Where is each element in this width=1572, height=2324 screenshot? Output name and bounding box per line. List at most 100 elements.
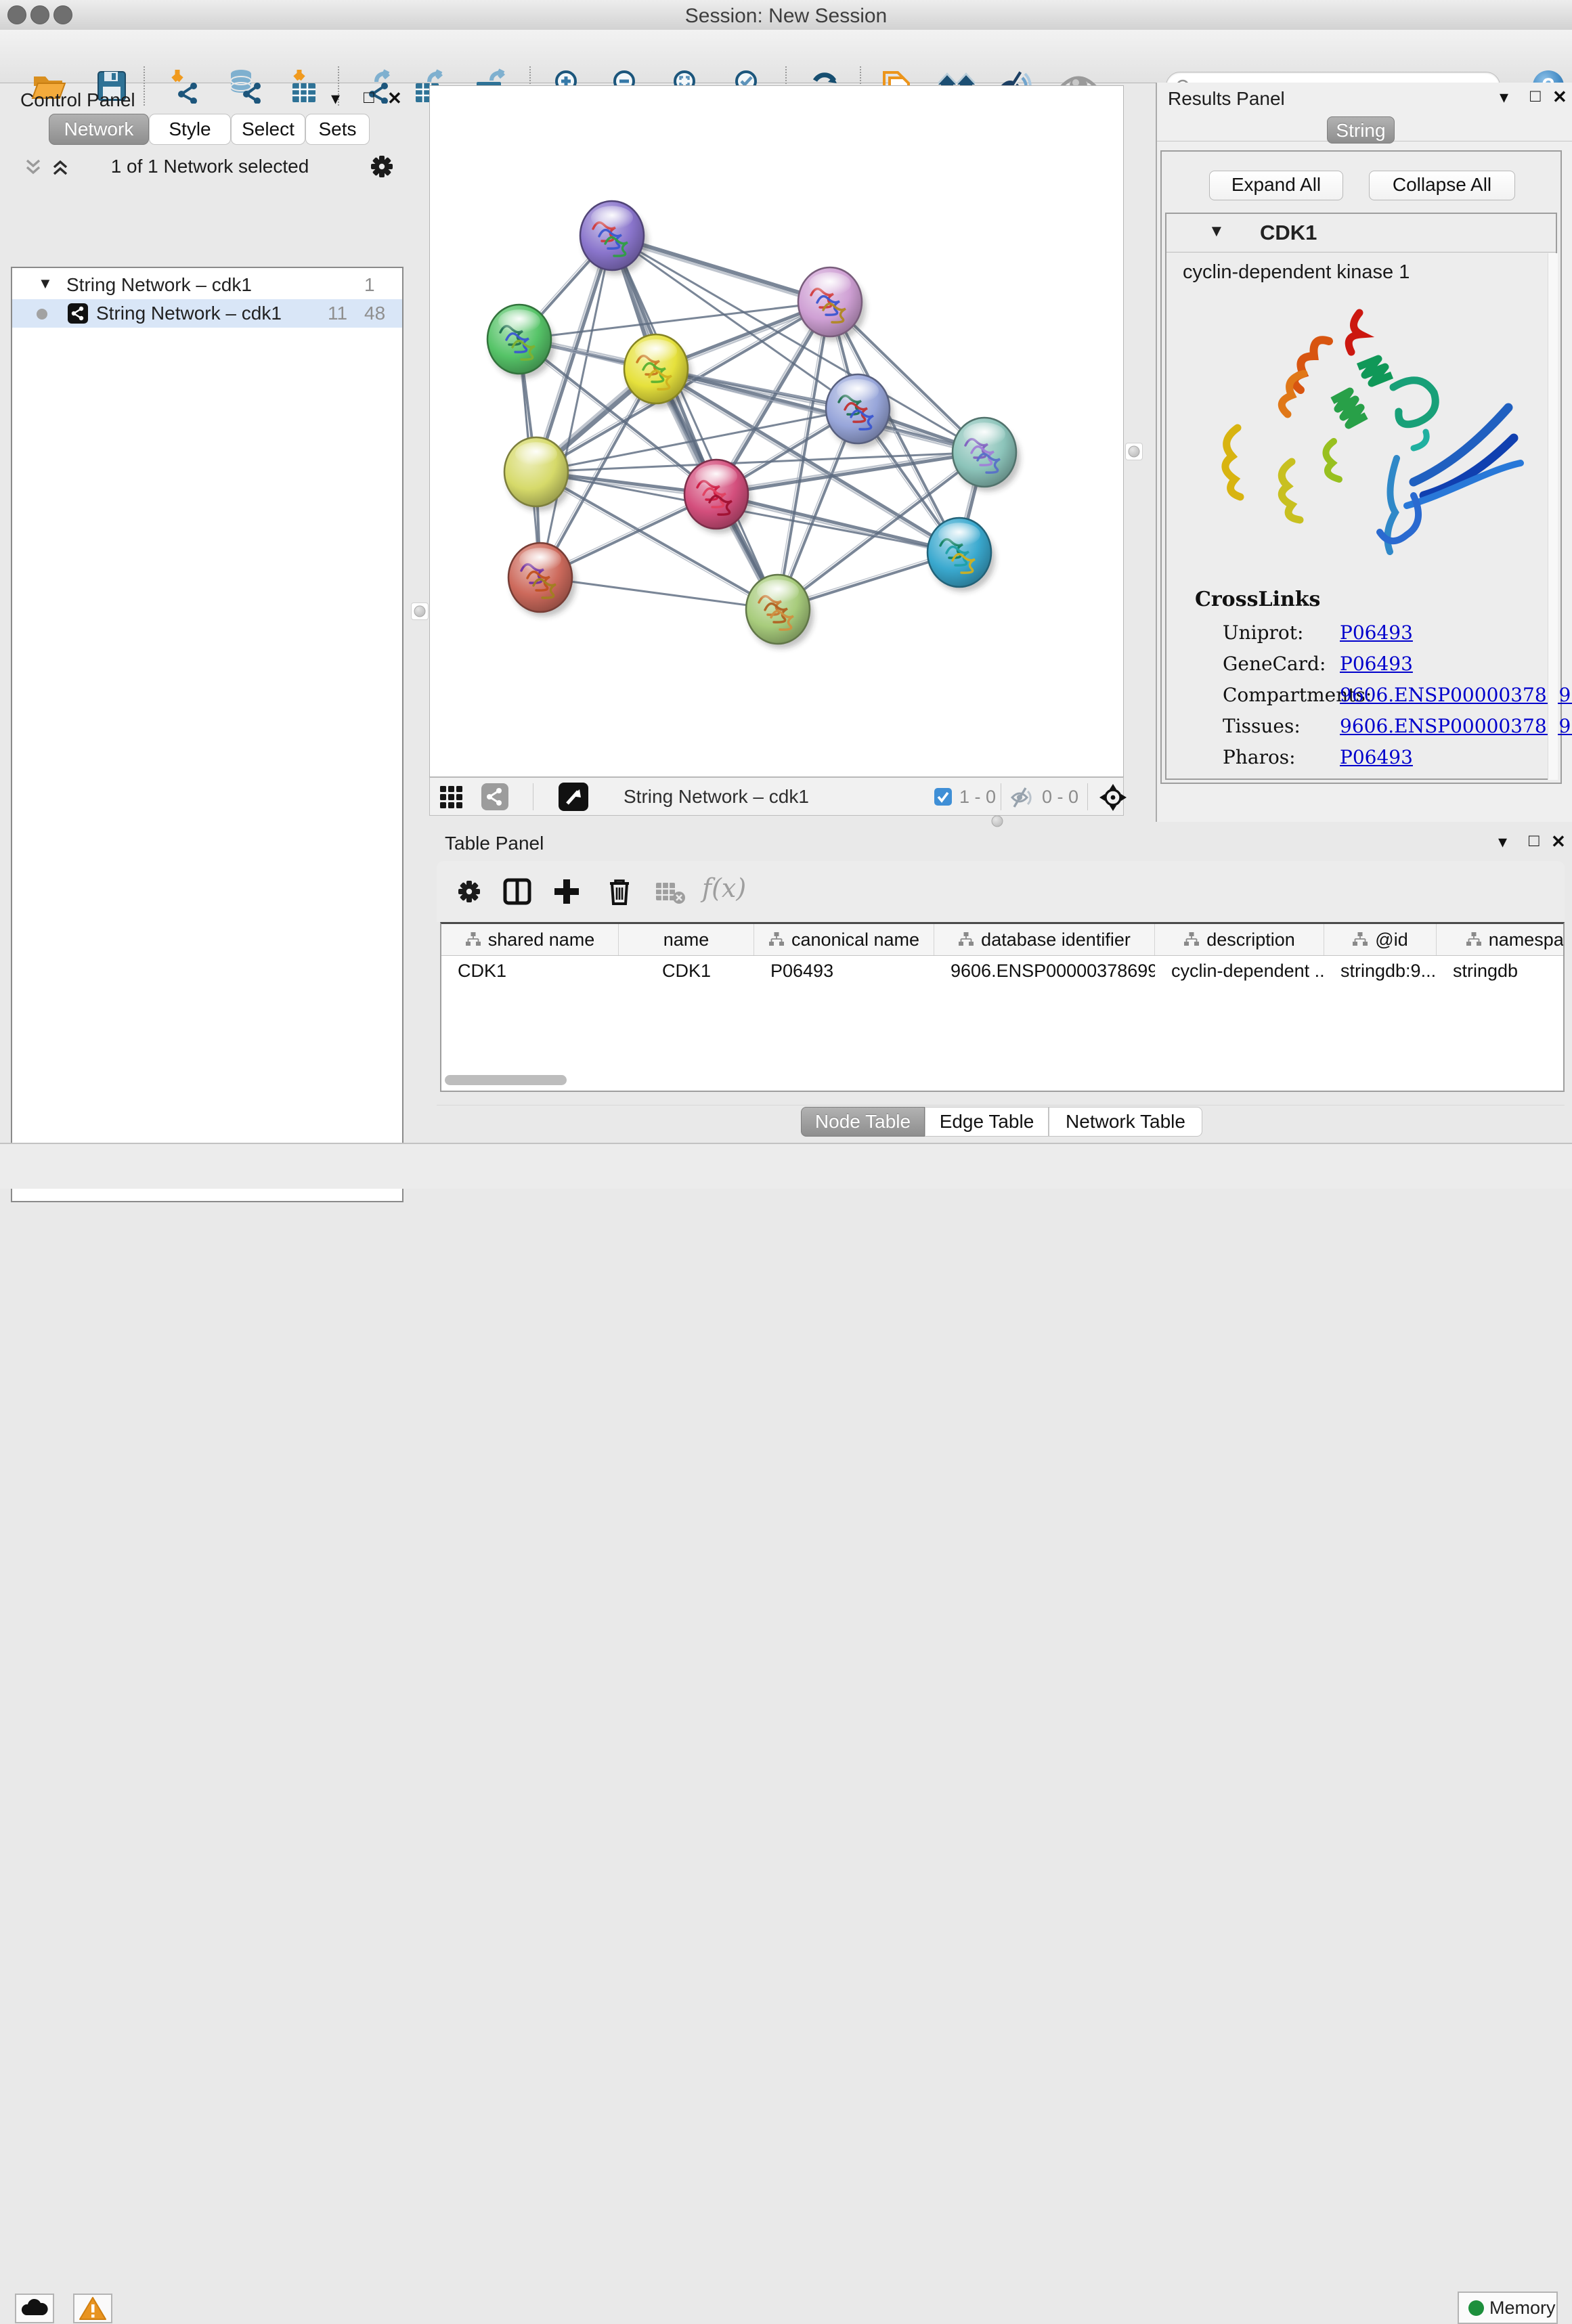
network-options-gear-icon[interactable] [370, 154, 394, 179]
node-cdc25b[interactable] [487, 305, 555, 378]
tab-select[interactable]: Select [231, 114, 305, 145]
crosslink-value-link[interactable]: P06493 [1340, 653, 1413, 675]
tab-string[interactable]: String [1327, 116, 1395, 144]
fit-content-crosshair-icon[interactable] [1099, 783, 1127, 812]
tab-node-table[interactable]: Node Table [801, 1107, 925, 1137]
node-entry-header[interactable]: ▼ CDK1 [1166, 214, 1556, 253]
table-hscrollbar-thumb[interactable] [445, 1075, 567, 1085]
show-columns-icon[interactable] [503, 878, 531, 905]
table-cell[interactable]: stringdb:9... [1324, 955, 1437, 986]
node-ccna2[interactable] [684, 460, 752, 533]
table-panel-close-icon[interactable]: ✕ [1551, 831, 1566, 852]
memory-status-dot [1468, 2300, 1484, 2316]
crosslink-row: Compartments:9606.ENSP00000378699 [1166, 680, 1546, 711]
node-entry-panel: ▼ CDK1 cyclin-dependent kinase 1 [1165, 213, 1557, 780]
delete-table-icon[interactable] [655, 880, 686, 904]
column-header-database-identifier[interactable]: database identifier [934, 924, 1155, 955]
collection-collapse-icon[interactable]: ▼ [38, 269, 53, 298]
table-tab-bar: Node TableEdge TableNetwork Table [801, 1107, 1202, 1137]
crosslink-label: Pharos: [1223, 746, 1296, 768]
memory-button[interactable]: Memory [1458, 2292, 1558, 2324]
edges [517, 234, 984, 611]
table-panel-float-icon[interactable]: ▾ [1498, 831, 1507, 852]
tab-network[interactable]: Network [49, 114, 149, 145]
cloud-status-button[interactable] [15, 2294, 54, 2323]
tab-edge-table[interactable]: Edge Table [925, 1107, 1049, 1137]
entry-collapse-icon[interactable]: ▼ [1208, 222, 1225, 241]
control-panel-float-icon[interactable]: ▾ [331, 88, 340, 109]
expand-all-button[interactable]: Expand All [1209, 171, 1343, 200]
table-cell[interactable]: CDK1 [619, 955, 754, 986]
table-cell[interactable]: CDK1 [441, 955, 619, 986]
column-header-label: shared name [488, 929, 595, 950]
network-view-canvas[interactable] [429, 85, 1124, 777]
network-selected-text: 1 of 1 Network selected [74, 156, 345, 177]
control-panel: Control Panel ▾ □ ✕ NetworkStyleSelectSe… [0, 83, 413, 1143]
selected-checkbox-icon[interactable] [934, 787, 953, 806]
crosslink-value-link[interactable]: 9606.ENSP00000378699 [1340, 684, 1572, 706]
table-cell[interactable]: 9606.ENSP00000378699 [934, 955, 1155, 986]
node-ccna1[interactable] [798, 267, 866, 341]
tab-style[interactable]: Style [149, 114, 231, 145]
statusbar-separator [1087, 783, 1088, 810]
column-header-id[interactable]: @id [1324, 924, 1437, 955]
network-collection-row[interactable]: ▼ String Network – cdk1 1 [12, 271, 402, 299]
tab-network-table[interactable]: Network Table [1049, 1107, 1202, 1137]
warnings-button[interactable] [73, 2294, 112, 2323]
network-tree: ▼ String Network – cdk1 1 String Network… [11, 267, 403, 1202]
selected-counts: 1 - 0 [959, 787, 996, 808]
results-panel-float-icon[interactable]: ▾ [1500, 87, 1508, 108]
function-builder-icon[interactable]: f(x) [702, 873, 756, 904]
network-view-toggle-icon[interactable] [481, 783, 508, 810]
column-header-description[interactable]: description [1155, 924, 1324, 955]
protein-structure-image [1190, 292, 1542, 577]
crosslink-value-link[interactable]: 9606.ENSP00000378699 [1340, 715, 1572, 737]
node-ccnb2[interactable] [580, 201, 648, 275]
column-header-label: namespace [1489, 929, 1565, 950]
table-cell[interactable]: cyclin-dependent ... [1155, 955, 1324, 986]
network-row-selected[interactable]: String Network – cdk1 11 48 [12, 299, 402, 328]
table-gear-icon[interactable] [457, 879, 481, 904]
crosslink-row: Tissues:9606.ENSP00000378699 [1166, 711, 1546, 742]
left-splitter-handle[interactable] [411, 602, 429, 620]
expand-all-icon[interactable] [50, 157, 70, 177]
column-header-shared-name[interactable]: shared name [441, 924, 619, 955]
node-cdc6[interactable] [826, 374, 894, 448]
control-panel-close-icon[interactable]: ✕ [387, 88, 402, 109]
birdseye-view-button[interactable] [559, 783, 588, 811]
node-cdkn1a[interactable] [927, 518, 995, 592]
crosslink-value-link[interactable]: P06493 [1340, 621, 1413, 644]
table-cell[interactable]: P06493 [754, 955, 934, 986]
crosslink-row: Pharos: P06493 [1166, 742, 1546, 773]
results-panel-close-icon[interactable]: ✕ [1552, 87, 1567, 108]
table-panel-undock-icon[interactable]: □ [1529, 830, 1540, 851]
column-header-label: description [1206, 929, 1295, 950]
collapse-all-button[interactable]: Collapse All [1369, 171, 1515, 200]
edge-parallel-line [716, 497, 959, 555]
column-type-icon [958, 932, 974, 947]
results-scrollbar-track[interactable] [1548, 253, 1558, 780]
column-header-canonical-name[interactable]: canonical name [754, 924, 934, 955]
current-network-title: String Network – cdk1 [624, 786, 809, 808]
string-network-graph[interactable] [430, 86, 1123, 776]
tab-sets[interactable]: Sets [305, 114, 370, 145]
edge[interactable] [612, 236, 778, 609]
control-panel-undock-icon[interactable]: □ [364, 87, 374, 108]
add-column-icon[interactable] [552, 877, 582, 906]
grid-view-icon[interactable] [439, 785, 464, 810]
network-edge-count: 48 [364, 299, 385, 328]
collapse-all-icon[interactable] [23, 157, 43, 177]
collection-count: 1 [364, 271, 375, 299]
column-header-name[interactable]: name [619, 924, 754, 955]
table-cell[interactable]: stringdb [1437, 955, 1565, 986]
right-splitter-handle[interactable] [1125, 443, 1143, 460]
results-panel-undock-icon[interactable]: □ [1530, 85, 1541, 106]
node-cdk1[interactable] [624, 334, 692, 408]
crosslink-row: Uniprot:P06493 [1166, 617, 1546, 649]
control-panel-title: Control Panel [20, 89, 135, 111]
crosslink-value-link[interactable]: P06493 [1340, 746, 1413, 768]
delete-column-trash-icon[interactable] [606, 877, 633, 906]
node-hist1h1a[interactable] [508, 543, 576, 617]
column-header-namespace[interactable]: namespace [1437, 924, 1565, 955]
node-rb1[interactable] [953, 418, 1020, 491]
